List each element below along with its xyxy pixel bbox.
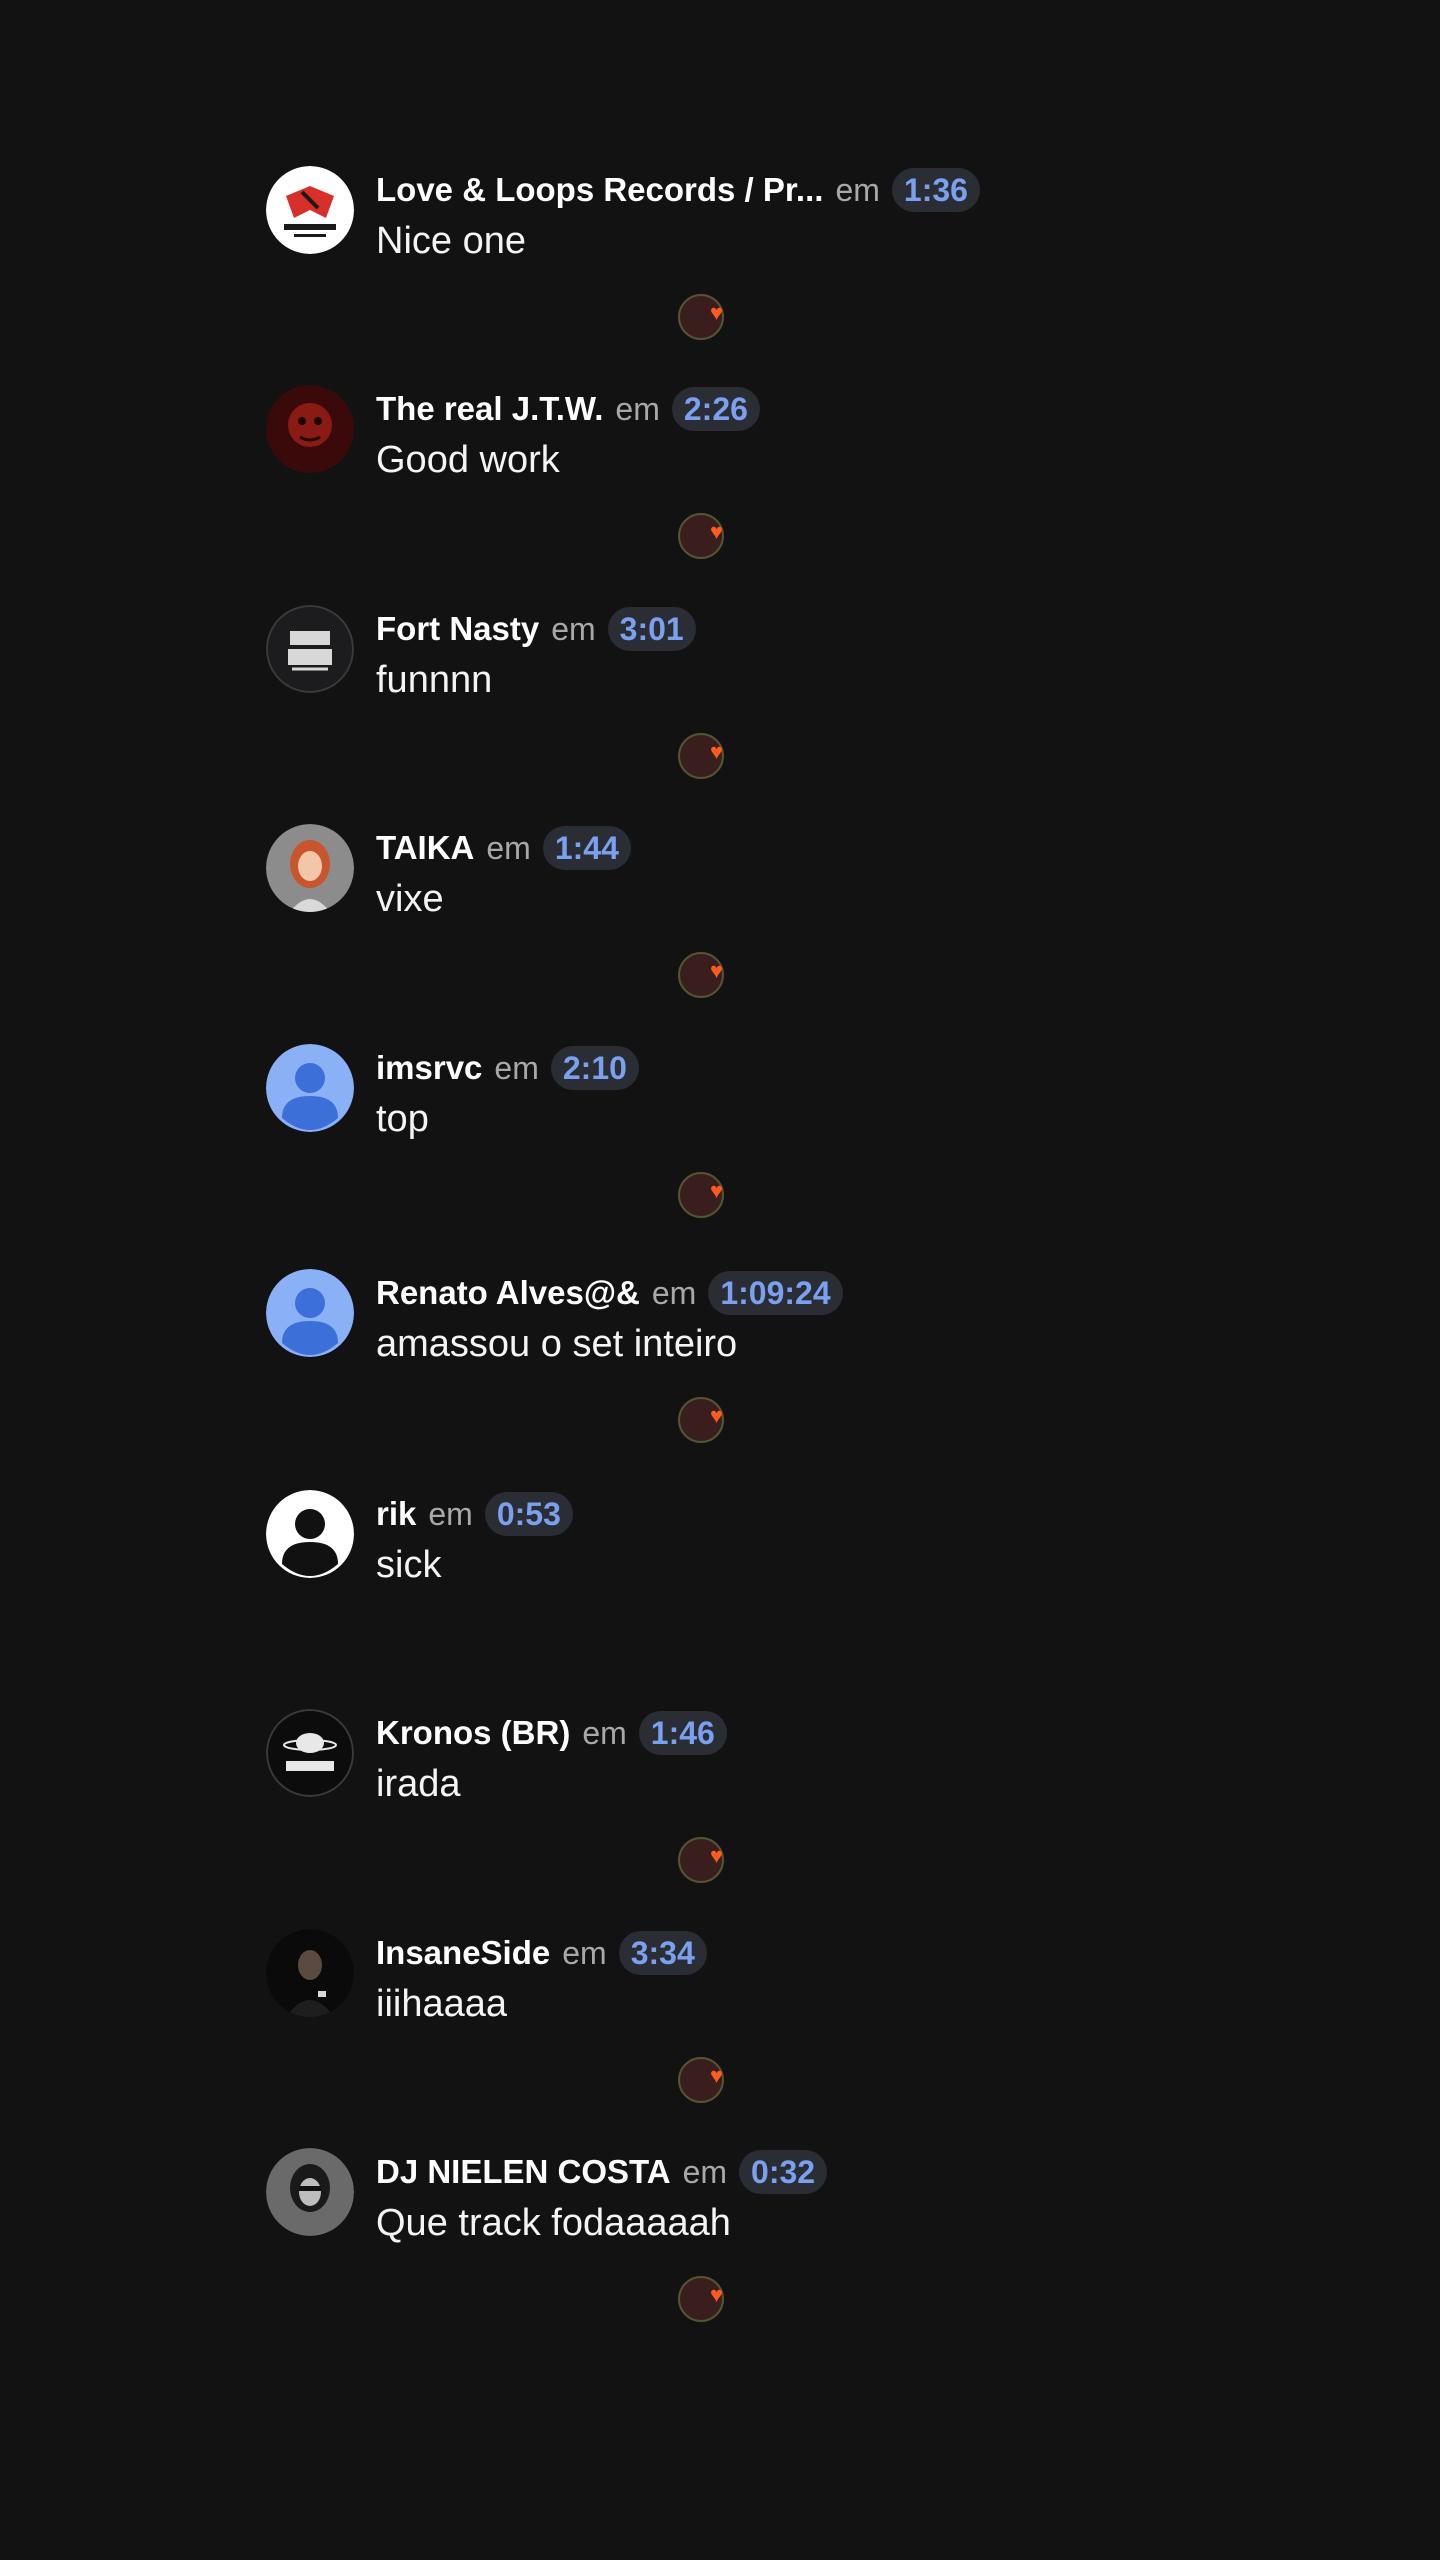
heart-icon: ♥ — [710, 1403, 724, 1428]
username[interactable]: Kronos (BR) — [376, 1714, 570, 1752]
at-label: em — [551, 610, 596, 647]
comment-item: TAIKA em 1:44 vixe ♥ — [266, 824, 1166, 1024]
username[interactable]: TAIKA — [376, 829, 474, 867]
reaction-badge[interactable]: ♥ — [678, 294, 730, 340]
comment-meta: imsrvc em 2:10 — [376, 1046, 639, 1090]
comment-text: Nice one — [376, 220, 526, 262]
comment-item: Fort Nasty em 3:01 funnnn ♥ — [266, 605, 1166, 805]
comment-text: sick — [376, 1544, 442, 1586]
comment-item: Love & Loops Records / Pr... em 1:36 Nic… — [266, 166, 1166, 366]
avatar[interactable] — [266, 1044, 354, 1132]
comment-item: InsaneSide em 3:34 iiihaaaa ♥ — [266, 1929, 1166, 2129]
comment-meta: rik em 0:53 — [376, 1492, 573, 1536]
comment-meta: DJ NIELEN COSTA em 0:32 — [376, 2150, 828, 2194]
reaction-badge[interactable]: ♥ — [678, 2276, 730, 2322]
avatar[interactable] — [266, 1490, 354, 1578]
reaction-badge[interactable]: ♥ — [678, 1837, 730, 1883]
comment-text: top — [376, 1098, 429, 1140]
timestamp-badge[interactable]: 3:34 — [618, 1931, 707, 1975]
username[interactable]: Fort Nasty — [376, 610, 539, 648]
at-label: em — [494, 1049, 539, 1086]
heart-icon: ♥ — [710, 958, 724, 983]
comment-meta: InsaneSide em 3:34 — [376, 1931, 707, 1975]
heart-icon: ♥ — [710, 300, 724, 325]
avatar[interactable] — [266, 2148, 354, 2236]
avatar[interactable] — [266, 385, 354, 473]
username[interactable]: Renato Alves@& — [376, 1274, 640, 1312]
comment-meta: Kronos (BR) em 1:46 — [376, 1711, 727, 1755]
comment-text: vixe — [376, 878, 444, 920]
avatar[interactable] — [266, 824, 354, 912]
comment-list: Love & Loops Records / Pr... em 1:36 Nic… — [0, 0, 1440, 2560]
reaction-badge[interactable]: ♥ — [678, 513, 730, 559]
avatar[interactable] — [266, 1929, 354, 2017]
comment-meta: The real J.T.W. em 2:26 — [376, 387, 760, 431]
username[interactable]: DJ NIELEN COSTA — [376, 2153, 671, 2191]
comment-text: iiihaaaa — [376, 1983, 507, 2025]
heart-icon: ♥ — [710, 1178, 724, 1203]
reaction-badge[interactable]: ♥ — [678, 2057, 730, 2103]
username[interactable]: InsaneSide — [376, 1934, 550, 1972]
at-label: em — [486, 829, 531, 866]
comment-item: Renato Alves@& em 1:09:24 amassou o set … — [266, 1269, 1166, 1469]
comment-meta: Love & Loops Records / Pr... em 1:36 — [376, 168, 980, 212]
comment-text: Que track fodaaaaah — [376, 2202, 731, 2244]
reaction-badge[interactable]: ♥ — [678, 1397, 730, 1443]
timestamp-badge[interactable]: 0:32 — [739, 2150, 828, 2194]
timestamp-badge[interactable]: 1:36 — [891, 168, 980, 212]
comment-item: Kronos (BR) em 1:46 irada ♥ — [266, 1709, 1166, 1909]
comment-meta: Fort Nasty em 3:01 — [376, 607, 696, 651]
comment-meta: TAIKA em 1:44 — [376, 826, 631, 870]
heart-icon: ♥ — [710, 2282, 724, 2307]
username[interactable]: rik — [376, 1495, 416, 1533]
comment-text: Good work — [376, 439, 560, 481]
avatar[interactable] — [266, 1709, 354, 1797]
username[interactable]: imsrvc — [376, 1049, 482, 1087]
avatar[interactable] — [266, 166, 354, 254]
timestamp-badge[interactable]: 0:53 — [484, 1492, 573, 1536]
comment-meta: Renato Alves@& em 1:09:24 — [376, 1271, 843, 1315]
reaction-badge[interactable]: ♥ — [678, 1172, 730, 1218]
at-label: em — [615, 390, 660, 427]
comment-item: rik em 0:53 sick — [266, 1490, 1166, 1690]
comment-text: amassou o set inteiro — [376, 1323, 738, 1365]
at-label: em — [651, 1274, 697, 1311]
avatar[interactable] — [266, 605, 354, 693]
heart-icon: ♥ — [710, 739, 724, 764]
comment-item: The real J.T.W. em 2:26 Good work ♥ — [266, 385, 1166, 585]
reaction-badge[interactable]: ♥ — [678, 733, 730, 779]
avatar[interactable] — [266, 1269, 354, 1357]
timestamp-badge[interactable]: 1:44 — [542, 826, 631, 870]
at-label: em — [582, 1714, 627, 1751]
heart-icon: ♥ — [710, 519, 724, 544]
comment-text: funnnn — [376, 659, 493, 701]
at-label: em — [428, 1495, 473, 1532]
timestamp-badge[interactable]: 1:09:24 — [708, 1271, 843, 1315]
username[interactable]: Love & Loops Records / Pr... — [376, 171, 823, 209]
at-label: em — [835, 171, 880, 208]
at-label: em — [682, 2153, 728, 2190]
heart-icon: ♥ — [710, 2063, 724, 2088]
comment-text: irada — [376, 1763, 461, 1805]
username[interactable]: The real J.T.W. — [376, 390, 603, 428]
comment-item: DJ NIELEN COSTA em 0:32 Que track fodaaa… — [266, 2148, 1166, 2348]
reaction-badge[interactable]: ♥ — [678, 952, 730, 998]
heart-icon: ♥ — [710, 1843, 724, 1868]
timestamp-badge[interactable]: 2:10 — [550, 1046, 639, 1090]
timestamp-badge[interactable]: 2:26 — [671, 387, 760, 431]
timestamp-badge[interactable]: 1:46 — [638, 1711, 727, 1755]
comment-item: imsrvc em 2:10 top ♥ — [266, 1044, 1166, 1244]
at-label: em — [562, 1934, 607, 1971]
timestamp-badge[interactable]: 3:01 — [607, 607, 696, 651]
